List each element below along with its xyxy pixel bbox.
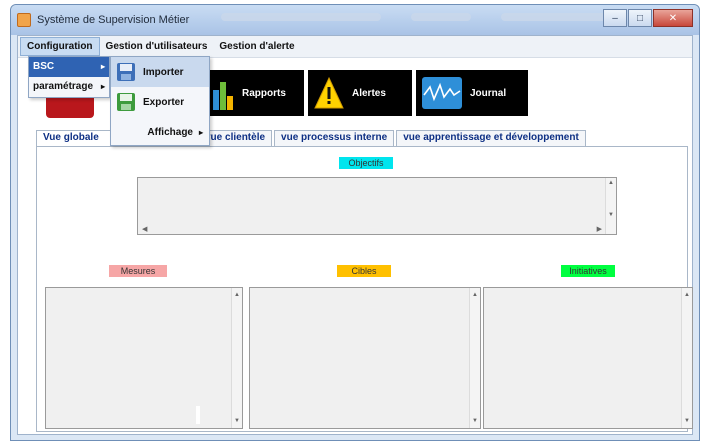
minimize-button[interactable]: – — [603, 9, 627, 27]
objectifs-textarea[interactable]: ▲ ▼ ◀ ▶ — [137, 177, 617, 235]
vertical-scrollbar[interactable]: ▲ ▼ — [231, 288, 242, 428]
menu-item-label: paramétrage — [33, 81, 94, 92]
initiatives-textarea[interactable]: ▲ ▼ — [483, 287, 693, 429]
alertes-button[interactable]: Alertes — [308, 70, 412, 116]
objectifs-header: Objectifs — [339, 157, 393, 169]
vertical-scrollbar[interactable]: ▲ ▼ — [681, 288, 692, 428]
menu-gestion-utilisateurs[interactable]: Gestion d'utilisateurs — [100, 38, 214, 55]
menu-item-affichage[interactable]: Affichage ▸ — [111, 117, 209, 147]
window-title: Système de Supervision Métier — [37, 14, 190, 26]
scroll-down-icon[interactable]: ▼ — [684, 418, 690, 424]
mesures-textarea[interactable]: ▲ ▼ — [45, 287, 243, 429]
scroll-up-icon[interactable]: ▲ — [234, 292, 240, 298]
scroll-down-icon[interactable]: ▼ — [608, 212, 614, 218]
vertical-scrollbar[interactable]: ▲ ▼ — [605, 178, 616, 234]
tab-vue-apprentissage[interactable]: vue apprentissage et développement — [396, 130, 586, 146]
mesures-header: Mesures — [109, 265, 167, 277]
titlebar-blur-decoration — [411, 13, 471, 21]
scroll-down-icon[interactable]: ▼ — [234, 418, 240, 424]
app-icon — [17, 13, 31, 27]
tab-label: vue apprentissage et développement — [403, 132, 579, 143]
minimize-icon: – — [612, 12, 618, 24]
disk-export-icon — [115, 91, 137, 113]
menu-bar: Configuration Gestion d'utilisateurs Ges… — [18, 36, 692, 58]
scroll-up-icon[interactable]: ▲ — [684, 292, 690, 298]
maximize-icon: □ — [636, 12, 644, 24]
scroll-down-icon[interactable]: ▼ — [472, 418, 478, 424]
tab-label: Vue globale — [43, 132, 99, 143]
submenu-arrow-icon: ▸ — [100, 62, 105, 71]
tab-panel: Objectifs ▲ ▼ ◀ ▶ Mesures Cibles Initiat… — [36, 146, 693, 432]
submenu-arrow-icon: ▸ — [198, 127, 203, 137]
app-window: Système de Supervision Métier – □ ✕ Conf… — [10, 4, 700, 441]
menu-gestion-alerte[interactable]: Gestion d'alerte — [213, 38, 300, 55]
menu-item-bsc[interactable]: BSC ▸ — [29, 57, 109, 77]
close-icon: ✕ — [668, 12, 678, 24]
menu-item-parametrage[interactable]: paramétrage ▸ — [29, 77, 109, 97]
tab-vue-processus-interne[interactable]: vue processus interne — [274, 130, 395, 146]
bar-chart-icon — [213, 82, 233, 110]
scroll-right-icon[interactable]: ▶ — [597, 225, 602, 233]
journal-button[interactable]: Journal — [416, 70, 528, 116]
titlebar-blur-decoration — [221, 13, 381, 21]
title-bar[interactable]: Système de Supervision Métier – □ ✕ — [11, 5, 699, 35]
rapports-button[interactable]: Rapports — [206, 70, 304, 116]
journal-label: Journal — [470, 87, 507, 99]
submenu-arrow-icon: ▸ — [100, 82, 105, 91]
text-cursor — [196, 406, 200, 424]
vertical-scrollbar[interactable]: ▲ ▼ — [469, 288, 480, 428]
alertes-label: Alertes — [352, 87, 386, 99]
client-area: Configuration Gestion d'utilisateurs Ges… — [17, 35, 693, 435]
menu-configuration[interactable]: Configuration — [20, 37, 100, 56]
bsc-submenu: Importer Exporter Affichage ▸ — [110, 56, 210, 146]
scroll-up-icon[interactable]: ▲ — [472, 292, 478, 298]
tab-label: vue clientèle — [205, 132, 266, 143]
warning-icon — [314, 76, 344, 109]
disk-icon — [115, 61, 137, 83]
menu-item-label: BSC — [33, 61, 55, 72]
menu-item-exporter[interactable]: Exporter — [111, 87, 209, 117]
menu-item-label: Affichage — [147, 126, 193, 138]
configuration-dropdown: BSC ▸ paramétrage ▸ — [28, 56, 110, 98]
menu-item-label: Importer — [143, 66, 184, 78]
cibles-header: Cibles — [337, 265, 391, 277]
maximize-button[interactable]: □ — [628, 9, 652, 27]
scroll-up-icon[interactable]: ▲ — [608, 180, 614, 186]
titlebar-blur-decoration — [501, 13, 611, 21]
initiatives-header: Initiatives — [561, 265, 615, 277]
cibles-textarea[interactable]: ▲ ▼ — [249, 287, 481, 429]
menu-item-label: Exporter — [143, 96, 185, 108]
rapports-label: Rapports — [242, 87, 286, 99]
scroll-left-icon[interactable]: ◀ — [142, 225, 147, 233]
menu-item-importer[interactable]: Importer — [111, 57, 209, 87]
close-button[interactable]: ✕ — [653, 9, 693, 27]
wave-icon — [422, 77, 462, 109]
tab-label: vue processus interne — [281, 132, 388, 143]
